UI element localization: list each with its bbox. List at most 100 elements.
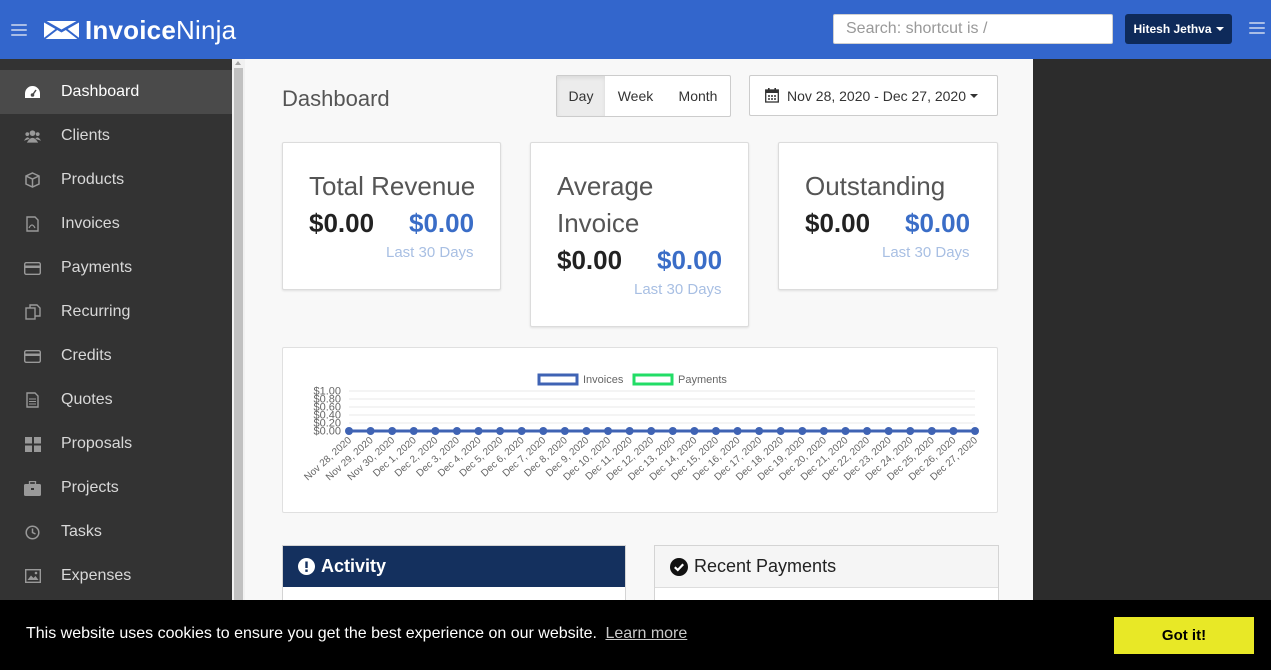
credit-card-icon <box>24 260 41 277</box>
data-point <box>755 427 764 435</box>
card-value-secondary: $0.00 <box>905 208 971 238</box>
legend-label: Payments <box>678 374 727 386</box>
card-value-secondary: $0.00 <box>409 208 475 238</box>
app-logo[interactable]: InvoiceNinja <box>43 15 236 45</box>
data-point <box>863 427 872 435</box>
data-point <box>431 427 440 435</box>
sidebar-item-dashboard[interactable]: Dashboard <box>0 70 232 114</box>
card-value-primary: $0.00 <box>805 208 871 238</box>
data-point <box>841 427 850 435</box>
recent-payments-header: Recent Payments <box>655 546 998 588</box>
sidebar-item-credits[interactable]: Credits <box>0 334 232 378</box>
sidebar-item-payments[interactable]: Payments <box>0 246 232 290</box>
period-month-button[interactable]: Month <box>666 76 730 116</box>
sidebar-item-label: Quotes <box>61 391 113 408</box>
sidebar-item-label: Payments <box>61 259 133 276</box>
data-point <box>733 427 742 435</box>
data-point <box>798 427 807 435</box>
period-day-button[interactable]: Day <box>557 76 605 116</box>
data-point <box>388 427 397 435</box>
legend-swatch <box>632 373 674 386</box>
average-invoice-card: Average Invoice $0.00 $0.00 Last 30 Days <box>530 142 749 327</box>
data-point <box>409 427 418 435</box>
sidebar-item-quotes[interactable]: Quotes <box>0 378 232 422</box>
period-week-button[interactable]: Week <box>605 76 666 116</box>
sidebar-item-label: Tasks <box>61 523 102 540</box>
data-point <box>690 427 699 435</box>
sidebar-item-recurring[interactable]: Recurring <box>0 290 232 334</box>
card-title-line2: Invoice <box>557 208 640 238</box>
card-value-primary: $0.00 <box>309 208 375 238</box>
copy-icon <box>24 304 41 321</box>
card-title: Total Revenue <box>309 171 476 201</box>
date-range-picker[interactable]: Nov 28, 2020 - Dec 27, 2020 <box>749 75 998 116</box>
sidebar-scrollbar[interactable] <box>232 59 245 600</box>
card-subtitle: Last 30 Days <box>634 281 722 298</box>
dashboard-icon <box>24 84 41 101</box>
sidebar-item-proposals[interactable]: Proposals <box>0 422 232 466</box>
data-point <box>366 427 375 435</box>
cube-icon <box>24 172 41 189</box>
data-point <box>776 427 785 435</box>
outstanding-card: Outstanding $0.00 $0.00 Last 30 Days <box>778 142 998 290</box>
learn-more-link[interactable]: Learn more <box>605 625 687 642</box>
cookie-message: This website uses cookies to ensure you … <box>26 625 688 642</box>
accept-cookies-button[interactable]: Got it! <box>1114 617 1254 654</box>
data-point <box>496 427 505 435</box>
search-input[interactable] <box>833 14 1113 44</box>
data-point <box>345 427 353 435</box>
recent-payments-title: Recent Payments <box>694 556 837 576</box>
sidebar-item-label: Dashboard <box>61 83 140 100</box>
logo-text: InvoiceNinja <box>85 15 237 45</box>
image-icon <box>24 568 41 585</box>
exclamation-circle-icon <box>298 558 315 575</box>
sidebar-item-label: Products <box>61 171 125 188</box>
date-range-label: Nov 28, 2020 - Dec 27, 2020 <box>787 87 967 104</box>
file-text-icon <box>24 392 41 409</box>
right-sidebar-toggle-icon[interactable] <box>1249 22 1265 34</box>
user-menu-button[interactable]: Hitesh Jethva <box>1125 14 1232 44</box>
sidebar-item-label: Proposals <box>61 435 133 452</box>
sidebar-item-label: Credits <box>61 347 112 364</box>
sidebar-item-label: Recurring <box>61 303 131 320</box>
main-content: Dashboard Day Week Month Nov 28, 2020 - … <box>245 59 1033 600</box>
legend-swatch <box>537 373 579 386</box>
sidebar-item-products[interactable]: Products <box>0 158 232 202</box>
chart-card: Invoices Payments $0.00 $0.20 $0.40 $0.60 $0.8… <box>282 347 998 513</box>
sidebar-item-tasks[interactable]: Tasks <box>0 510 232 554</box>
invoices-payments-chart: Invoices Payments$0.00$0.20$0.40$0.60$0.8… <box>302 373 980 483</box>
sidebar-item-invoices[interactable]: Invoices <box>0 202 232 246</box>
calendar-icon <box>765 88 779 103</box>
scrollbar-thumb[interactable] <box>234 68 243 600</box>
users-icon <box>24 128 41 145</box>
data-point <box>452 427 461 435</box>
sidebar-item-clients[interactable]: Clients <box>0 114 232 158</box>
card-title: Outstanding <box>805 171 946 201</box>
data-point <box>668 427 677 435</box>
data-point <box>647 427 656 435</box>
activity-title: Activity <box>321 556 387 576</box>
card-value-secondary: $0.00 <box>657 245 723 275</box>
data-point <box>906 427 915 435</box>
sidebar-item-expenses[interactable]: Expenses <box>0 554 232 598</box>
th-large-icon <box>24 436 41 453</box>
sidebar-item-label: Invoices <box>61 215 120 232</box>
credit-card-icon <box>24 348 41 365</box>
data-point <box>625 427 634 435</box>
sidebar-item-projects[interactable]: Projects <box>0 466 232 510</box>
sidebar-item-label: Clients <box>61 127 110 144</box>
data-point <box>604 427 613 435</box>
data-point <box>582 427 591 435</box>
data-point <box>517 427 526 435</box>
card-subtitle: Last 30 Days <box>386 244 474 261</box>
chevron-down-icon <box>970 93 979 98</box>
chevron-down-icon <box>1215 27 1224 31</box>
clock-icon <box>24 524 41 541</box>
data-point <box>539 427 548 435</box>
data-point <box>560 427 569 435</box>
data-point <box>927 427 936 435</box>
file-pdf-icon <box>24 216 41 233</box>
sidebar-toggle-icon[interactable] <box>11 24 27 36</box>
activity-header: Activity <box>283 546 625 587</box>
scroll-up-arrow-icon[interactable] <box>235 61 241 65</box>
